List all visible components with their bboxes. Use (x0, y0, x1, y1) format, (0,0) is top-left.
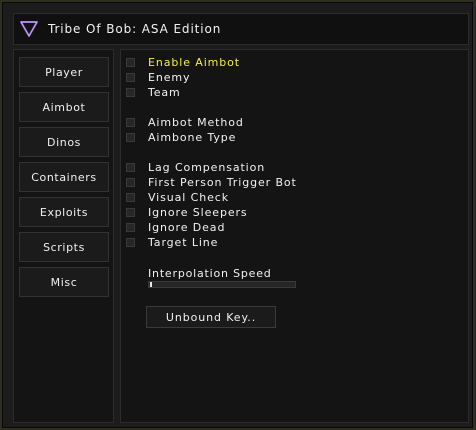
sidebar-item-aimbot[interactable]: Aimbot (19, 92, 109, 122)
option-ignore-dead[interactable]: Ignore Dead (126, 221, 225, 234)
option-label: Enable Aimbot (148, 56, 240, 69)
visual-check-checkbox[interactable] (126, 193, 135, 202)
option-ignore-sleepers[interactable]: Ignore Sleepers (126, 206, 248, 219)
ignore-sleepers-checkbox[interactable] (126, 208, 135, 217)
option-label: Aimbone Type (148, 131, 237, 144)
aimbone-type-checkbox[interactable] (126, 133, 135, 142)
sidebar-item-exploits[interactable]: Exploits (19, 197, 109, 227)
option-label: Ignore Dead (148, 221, 226, 234)
sidebar-item-misc[interactable]: Misc (19, 267, 109, 297)
target-line-checkbox[interactable] (126, 238, 135, 247)
option-first-person-trigger-bot[interactable]: First Person Trigger Bot (126, 176, 297, 189)
triangle-down-icon (18, 18, 40, 40)
option-label: First Person Trigger Bot (148, 176, 297, 189)
option-label: Aimbot Method (148, 116, 244, 129)
option-label: Enemy (148, 71, 191, 84)
ignore-dead-checkbox[interactable] (126, 223, 135, 232)
option-lag-compensation[interactable]: Lag Compensation (126, 161, 265, 174)
enemy-checkbox[interactable] (126, 73, 135, 82)
lag-compensation-checkbox[interactable] (126, 163, 135, 172)
slider-thumb[interactable] (150, 282, 152, 287)
sidebar-item-scripts[interactable]: Scripts (19, 232, 109, 262)
window-title: Tribe Of Bob: ASA Edition (48, 22, 222, 36)
option-target-line[interactable]: Target Line (126, 236, 218, 249)
cheat-menu-window: Tribe Of Bob: ASA Edition Player Aimbot … (2, 2, 473, 428)
sidebar-item-dinos[interactable]: Dinos (19, 127, 109, 157)
option-label: Lag Compensation (148, 161, 266, 174)
option-team[interactable]: Team (126, 86, 181, 99)
option-label: Team (148, 86, 181, 99)
interpolation-speed-label: Interpolation Speed (148, 267, 272, 280)
trigger-bot-checkbox[interactable] (126, 178, 135, 187)
aimbot-method-checkbox[interactable] (126, 118, 135, 127)
interpolation-speed-slider[interactable] (148, 281, 296, 288)
keybind-button[interactable]: Unbound Key.. (146, 306, 276, 328)
team-checkbox[interactable] (126, 88, 135, 97)
sidebar-item-player[interactable]: Player (19, 57, 109, 87)
sidebar-item-containers[interactable]: Containers (19, 162, 109, 192)
sidebar: Player Aimbot Dinos Containers Exploits … (13, 49, 114, 423)
option-visual-check[interactable]: Visual Check (126, 191, 229, 204)
option-label: Visual Check (148, 191, 229, 204)
aimbot-settings-panel: Enable Aimbot Enemy Team Aimbot Method A… (120, 49, 469, 423)
enable-aimbot-checkbox[interactable] (126, 58, 135, 67)
option-enemy[interactable]: Enemy (126, 71, 190, 84)
option-aimbot-method[interactable]: Aimbot Method (126, 116, 244, 129)
option-label: Ignore Sleepers (148, 206, 248, 219)
title-bar[interactable]: Tribe Of Bob: ASA Edition (13, 13, 469, 45)
option-enable-aimbot[interactable]: Enable Aimbot (126, 56, 240, 69)
option-label: Target Line (148, 236, 219, 249)
option-aimbone-type[interactable]: Aimbone Type (126, 131, 236, 144)
